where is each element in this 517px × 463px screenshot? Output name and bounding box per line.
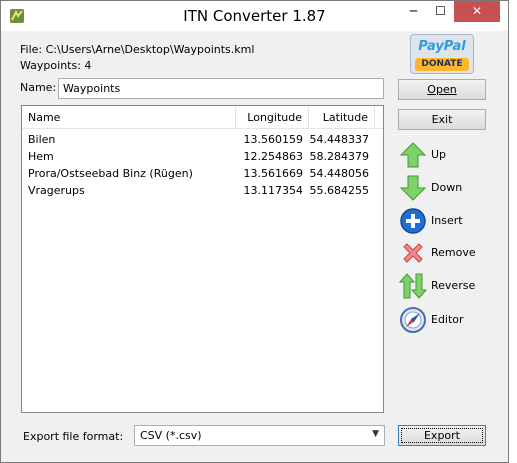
reverse-action[interactable]: Reverse <box>399 272 499 300</box>
name-label: Name: <box>20 81 57 94</box>
list-header: Name Longitude Latitude <box>22 106 383 129</box>
row-name: Hem <box>28 150 54 163</box>
row-latitude: 54.448056 <box>309 167 370 180</box>
insert-action[interactable]: Insert <box>399 207 499 235</box>
row-latitude: 58.284379 <box>309 150 370 163</box>
down-action[interactable]: Down <box>399 174 499 202</box>
waypoint-list[interactable]: Name Longitude Latitude Bilen 13.560159 … <box>21 105 384 413</box>
chevron-down-icon: ▼ <box>372 429 379 439</box>
row-name: Prora/Ostseebad Binz (Rügen) <box>28 167 193 180</box>
waypoint-count-label: Waypoints: 4 <box>20 59 92 72</box>
paypal-brand-b: Pal <box>443 39 466 54</box>
column-header-latitude[interactable]: Latitude <box>309 106 375 129</box>
exit-button-label: Exit <box>431 113 453 126</box>
app-window: ITN Converter 1.87 ─ ☐ ✕ File: C:\Users\… <box>0 0 509 463</box>
compass-icon <box>400 307 426 333</box>
open-button[interactable]: Open <box>398 79 486 100</box>
down-label: Down <box>431 181 463 194</box>
title-bar: ITN Converter 1.87 ─ ☐ ✕ <box>1 1 508 31</box>
paypal-donate-button[interactable]: PayPal DONATE <box>410 34 474 74</box>
plus-circle-icon <box>400 208 426 234</box>
remove-action[interactable]: Remove <box>399 239 499 267</box>
paypal-logo: PayPal <box>411 39 473 54</box>
row-longitude: 13.117354 <box>243 184 304 197</box>
row-name: Vragerups <box>28 184 85 197</box>
name-input[interactable] <box>58 78 384 99</box>
donate-label: DONATE <box>415 58 469 71</box>
export-button[interactable]: Export <box>398 425 486 446</box>
up-label: Up <box>431 148 447 161</box>
export-format-value: CSV (*.csv) <box>140 429 202 442</box>
column-header-name[interactable]: Name <box>22 106 236 129</box>
table-row[interactable]: Vragerups 13.117354 55.684255 <box>22 182 383 199</box>
x-icon <box>403 243 423 263</box>
editor-action[interactable]: Editor <box>399 306 499 334</box>
table-row[interactable]: Hem 12.254863 58.284379 <box>22 148 383 165</box>
row-longitude: 13.561669 <box>243 167 304 180</box>
exit-button[interactable]: Exit <box>398 109 486 130</box>
insert-label: Insert <box>431 214 463 227</box>
up-action[interactable]: Up <box>399 141 499 169</box>
row-latitude: 54.448337 <box>309 133 370 146</box>
file-path-label: File: C:\Users\Arne\Desktop\Waypoints.km… <box>20 43 255 56</box>
export-button-label: Export <box>423 429 460 442</box>
row-name: Bilen <box>28 133 56 146</box>
row-longitude: 12.254863 <box>243 150 304 163</box>
reverse-label: Reverse <box>431 279 476 292</box>
editor-label: Editor <box>431 313 464 326</box>
minimize-button[interactable]: ─ <box>400 1 427 22</box>
table-row[interactable]: Bilen 13.560159 54.448337 <box>22 131 383 148</box>
row-latitude: 55.684255 <box>309 184 370 197</box>
paypal-brand-a: Pay <box>418 39 444 54</box>
close-button[interactable]: ✕ <box>454 1 500 22</box>
remove-label: Remove <box>431 246 476 259</box>
open-button-label: Open <box>427 83 457 96</box>
export-format-label: Export file format: <box>23 430 124 443</box>
reverse-arrows-icon <box>399 273 427 299</box>
arrow-up-icon <box>399 142 427 168</box>
arrow-down-icon <box>399 175 427 201</box>
maximize-button[interactable]: ☐ <box>427 1 454 22</box>
export-format-select[interactable]: CSV (*.csv) ▼ <box>134 425 385 446</box>
table-row[interactable]: Prora/Ostseebad Binz (Rügen) 13.561669 5… <box>22 165 383 182</box>
column-header-longitude[interactable]: Longitude <box>236 106 309 129</box>
row-longitude: 13.560159 <box>243 133 304 146</box>
